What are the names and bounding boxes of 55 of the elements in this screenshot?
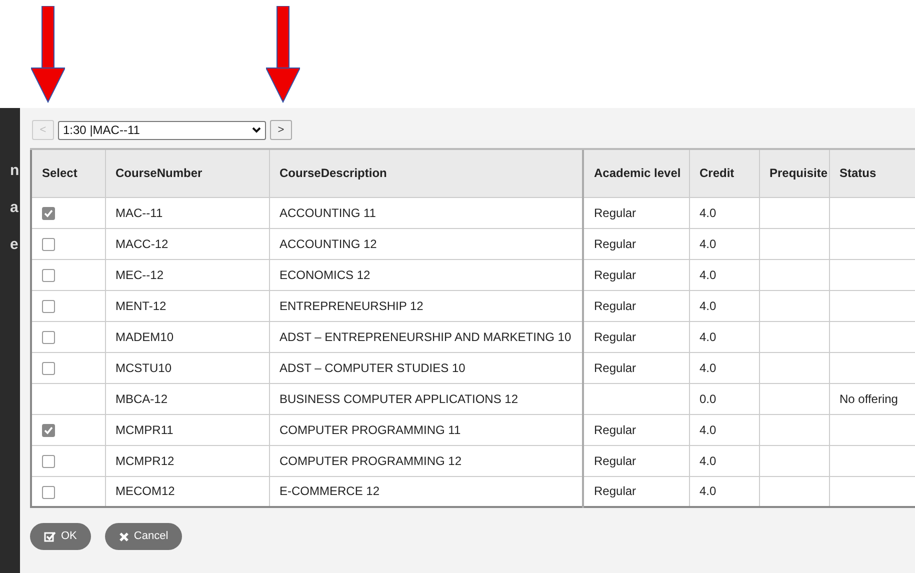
credit-value: 4.0 <box>689 352 759 383</box>
credit-value: 4.0 <box>689 259 759 290</box>
academic-level: Regular <box>583 445 689 476</box>
course-number: MAC--11 <box>105 197 269 228</box>
academic-level: Regular <box>583 352 689 383</box>
checkbox[interactable] <box>42 268 55 282</box>
credit-value: 4.0 <box>689 228 759 259</box>
column-header: Select <box>31 149 105 197</box>
column-header: CourseNumber <box>105 149 269 197</box>
checkbox[interactable] <box>42 300 55 313</box>
academic-level: Regular <box>583 290 689 321</box>
course-number: MCMPR12 <box>105 445 269 476</box>
course-number: MCMPR11 <box>105 414 269 445</box>
column-header: Credit <box>689 149 759 197</box>
checkbox[interactable] <box>42 424 55 437</box>
academic-level: Regular <box>583 197 689 228</box>
column-header: Prequisite <box>759 149 829 197</box>
credit-value: 4.0 <box>689 414 759 445</box>
checkbox[interactable] <box>42 238 55 251</box>
cancel-button[interactable]: Cancel <box>104 523 182 550</box>
checkbox[interactable] <box>42 486 55 499</box>
next-button[interactable]: > <box>270 120 292 140</box>
checkbox[interactable] <box>42 454 55 468</box>
course-number: MBCA-12 <box>105 383 269 414</box>
arrow-icon <box>266 6 300 104</box>
credit-value: 4.0 <box>689 445 759 476</box>
checkbox[interactable] <box>42 330 55 344</box>
background-text: a <box>10 200 20 215</box>
ok-button[interactable]: OK <box>30 523 91 550</box>
course-select[interactable]: 1:30 |MAC--11 <box>58 120 266 140</box>
checkbox-icon <box>44 531 56 542</box>
credit-value: 4.0 <box>689 290 759 321</box>
academic-level: Regular <box>583 476 689 507</box>
course-number: MENT-12 <box>105 290 269 321</box>
chevron-down-icon <box>252 127 261 133</box>
course-number: MACC-12 <box>105 228 269 259</box>
academic-level: Regular <box>583 321 689 352</box>
credit-value: 0.0 <box>689 383 759 414</box>
column-header: CourseDescription <box>269 149 583 197</box>
course-number: MADEM10 <box>105 321 269 352</box>
background-text: e <box>10 237 20 252</box>
credit-value: 4.0 <box>689 197 759 228</box>
academic-level: Regular <box>583 228 689 259</box>
background-text: n <box>10 163 20 178</box>
checkbox[interactable] <box>42 362 55 375</box>
academic-level: Regular <box>583 259 689 290</box>
course-number: MEC--12 <box>105 259 269 290</box>
checkbox[interactable] <box>42 206 55 220</box>
close-icon <box>118 532 129 542</box>
academic-level: Regular <box>583 414 689 445</box>
course-number: MCSTU10 <box>105 352 269 383</box>
arrow-icon <box>31 6 65 104</box>
column-header: Status <box>829 149 915 197</box>
credit-value: 4.0 <box>689 321 759 352</box>
column-header: Academic level <box>583 149 689 197</box>
